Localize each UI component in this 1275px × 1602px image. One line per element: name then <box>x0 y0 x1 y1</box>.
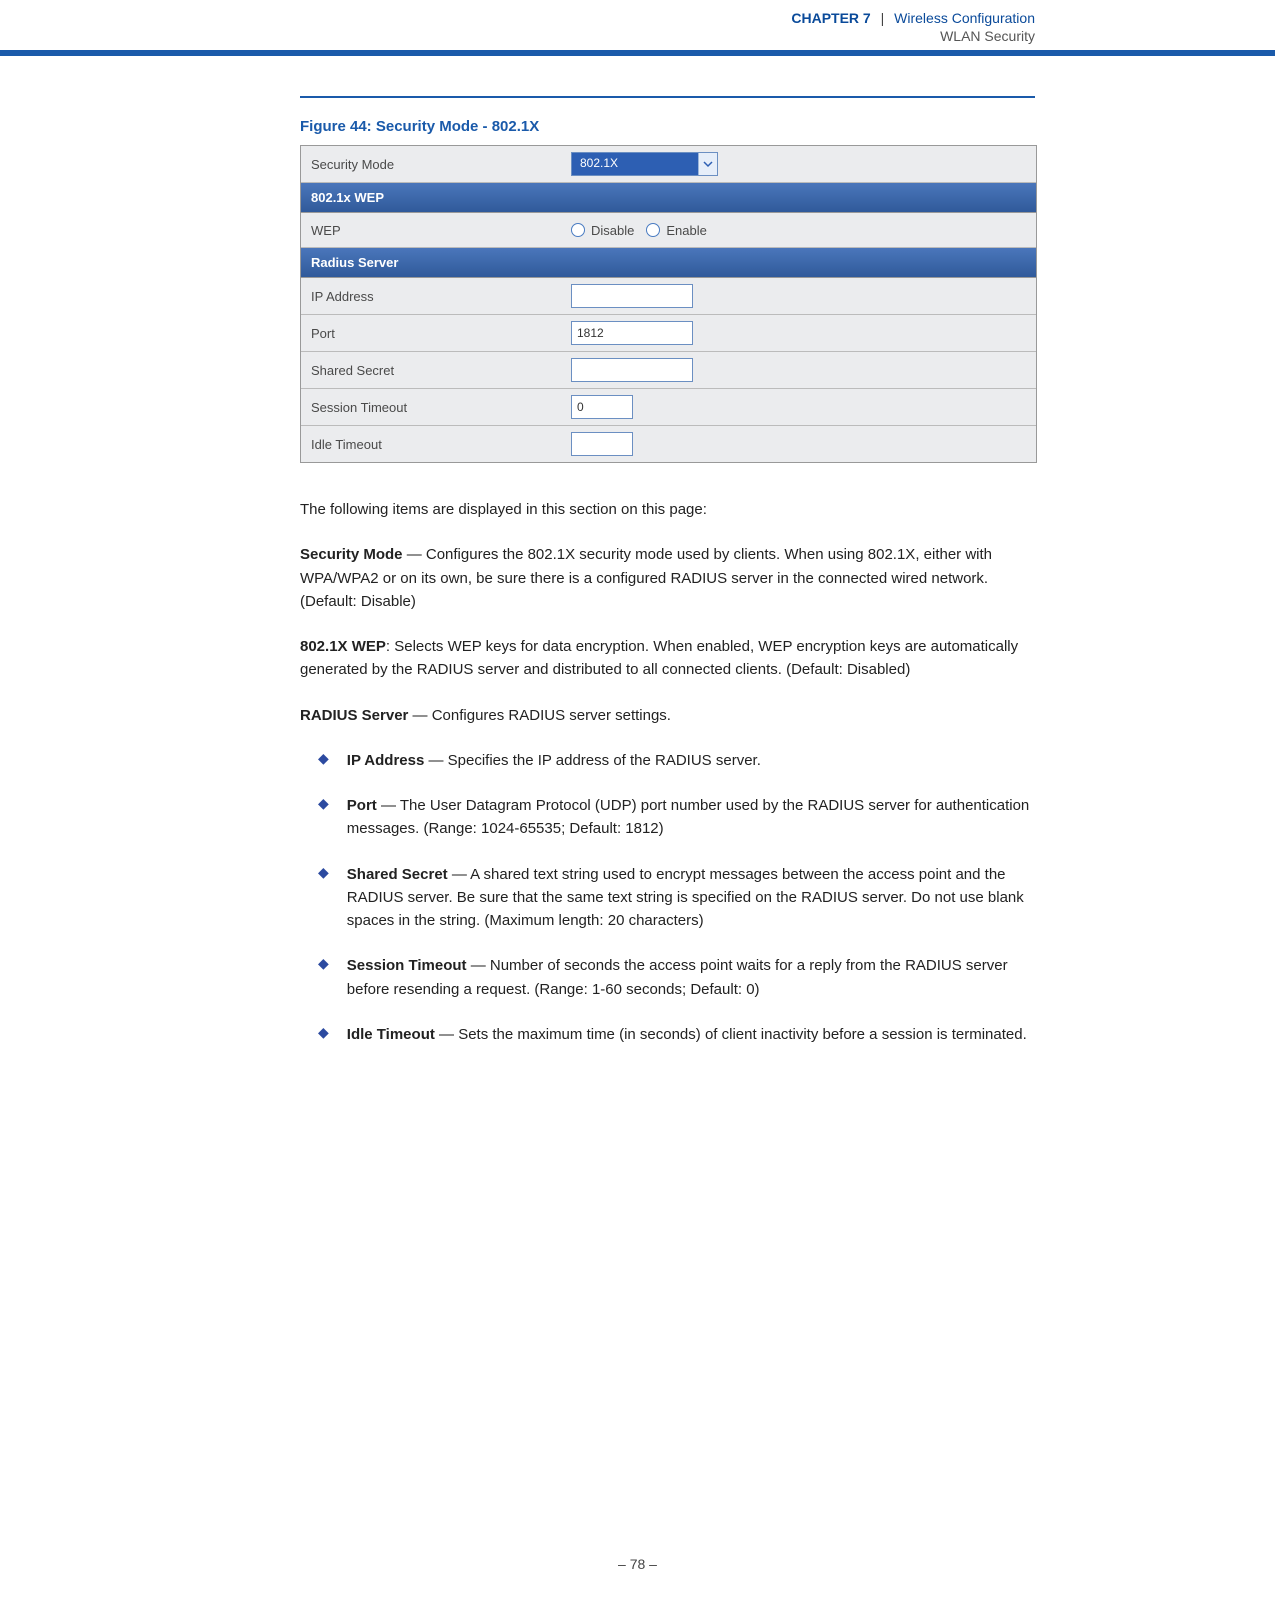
wep-disable-label: Disable <box>591 223 634 238</box>
diamond-icon: ◆ <box>318 954 329 1001</box>
wep-enable-label: Enable <box>666 223 706 238</box>
port-label: Port <box>301 318 561 349</box>
radius-section-header: Radius Server <box>301 248 1036 278</box>
wep-section-header: 802.1x WEP <box>301 183 1036 213</box>
chapter-number: CHAPTER 7 <box>791 10 870 26</box>
chapter-title: Wireless Configuration <box>894 10 1035 26</box>
figure-caption: Figure 44: Security Mode - 802.1X <box>300 118 1035 135</box>
port-input[interactable] <box>571 321 693 345</box>
section-title: WLAN Security <box>0 28 1035 44</box>
list-item: ◆ IP Address — Specifies the IP address … <box>300 749 1035 772</box>
secret-input[interactable] <box>571 358 693 382</box>
para-radius: RADIUS Server — Configures RADIUS server… <box>300 704 1035 727</box>
security-mode-row: Security Mode 802.1X <box>301 146 1036 183</box>
page-number: – 78 – <box>0 1556 1275 1572</box>
header-separator: | <box>881 10 885 26</box>
page-header: CHAPTER 7 | Wireless Configuration WLAN … <box>0 0 1275 46</box>
para-security-mode: Security Mode — Configures the 802.1X se… <box>300 543 1035 613</box>
security-mode-label: Security Mode <box>301 149 561 180</box>
wep-row: WEP Disable Enable <box>301 213 1036 248</box>
idle-input[interactable] <box>571 432 633 456</box>
chevron-down-icon <box>698 153 717 175</box>
secret-row: Shared Secret <box>301 352 1036 389</box>
ip-label: IP Address <box>301 281 561 312</box>
list-item: ◆ Shared Secret — A shared text string u… <box>300 863 1035 933</box>
header-rule <box>0 50 1275 56</box>
wep-disable-radio[interactable] <box>571 223 585 237</box>
idle-label: Idle Timeout <box>301 429 561 460</box>
bullet-list: ◆ IP Address — Specifies the IP address … <box>300 749 1035 1046</box>
list-item: ◆ Port — The User Datagram Protocol (UDP… <box>300 794 1035 841</box>
list-item: ◆ Idle Timeout — Sets the maximum time (… <box>300 1023 1035 1046</box>
idle-row: Idle Timeout <box>301 426 1036 462</box>
wep-label: WEP <box>301 215 561 246</box>
wep-enable-radio[interactable] <box>646 223 660 237</box>
config-panel: Security Mode 802.1X 802.1x WEP WEP Disa… <box>300 145 1037 463</box>
para-wep: 802.1X WEP: Selects WEP keys for data en… <box>300 635 1035 682</box>
ip-row: IP Address <box>301 278 1036 315</box>
session-label: Session Timeout <box>301 392 561 423</box>
figure-rule <box>300 96 1035 98</box>
diamond-icon: ◆ <box>318 794 329 841</box>
security-mode-dropdown[interactable]: 802.1X <box>571 152 718 176</box>
ip-input[interactable] <box>571 284 693 308</box>
secret-label: Shared Secret <box>301 355 561 386</box>
diamond-icon: ◆ <box>318 863 329 933</box>
diamond-icon: ◆ <box>318 1023 329 1046</box>
intro-text: The following items are displayed in thi… <box>300 498 1035 521</box>
diamond-icon: ◆ <box>318 749 329 772</box>
session-input[interactable] <box>571 395 633 419</box>
port-row: Port <box>301 315 1036 352</box>
list-item: ◆ Session Timeout — Number of seconds th… <box>300 954 1035 1001</box>
security-mode-value: 802.1X <box>572 153 698 175</box>
session-row: Session Timeout <box>301 389 1036 426</box>
body-text: The following items are displayed in thi… <box>300 498 1035 1046</box>
